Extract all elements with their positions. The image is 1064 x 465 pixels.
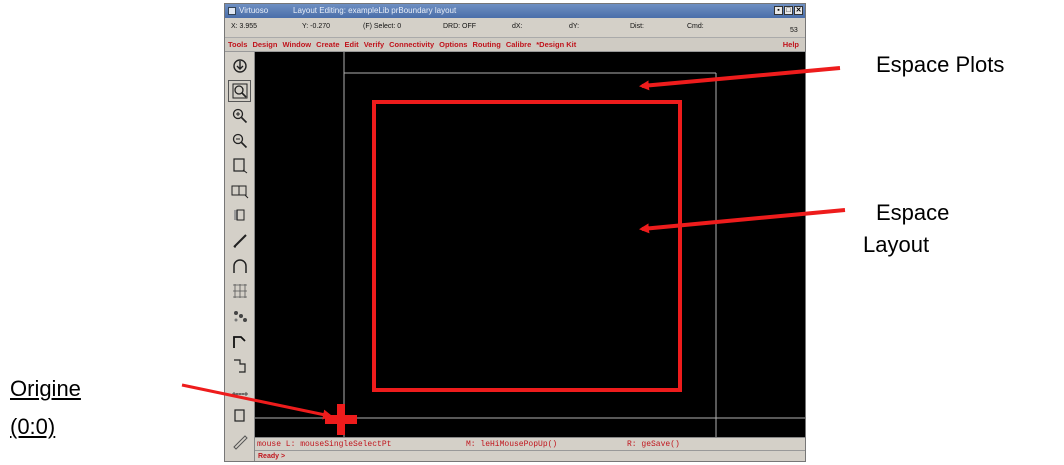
dist-readout: Dist: bbox=[630, 23, 644, 30]
save-icon bbox=[232, 59, 247, 73]
espace-layout-label-line2: Layout bbox=[863, 232, 930, 257]
cells-icon bbox=[233, 311, 247, 322]
close-button[interactable]: ✕ bbox=[794, 6, 803, 15]
zoom-out-button[interactable] bbox=[228, 130, 251, 152]
select-count: (F) Select: 0 bbox=[363, 23, 402, 30]
virtuoso-window: Virtuoso Layout Editing: exampleLib prBo… bbox=[224, 3, 806, 462]
menu-design[interactable]: Design bbox=[252, 38, 277, 52]
menu-verify[interactable]: Verify bbox=[364, 38, 384, 52]
canvas-drawing bbox=[255, 52, 805, 437]
command-number: 53 bbox=[790, 27, 798, 34]
instance-icon bbox=[231, 185, 248, 199]
menu-design-kit[interactable]: *Design Kit bbox=[536, 38, 576, 52]
save-button[interactable] bbox=[228, 55, 251, 77]
tool-palette bbox=[225, 52, 255, 461]
select-tool[interactable] bbox=[228, 405, 251, 427]
zoom-fit-icon bbox=[232, 83, 247, 99]
menu-create[interactable]: Create bbox=[316, 38, 339, 52]
zoom-fit-button[interactable] bbox=[228, 80, 251, 102]
espace-plots-label: Espace Plots bbox=[876, 52, 1005, 77]
menu-routing[interactable]: Routing bbox=[472, 38, 500, 52]
title-bar: Virtuoso Layout Editing: exampleLib prBo… bbox=[225, 4, 805, 18]
grid-tool[interactable] bbox=[228, 280, 251, 302]
cmd-readout: Cmd: bbox=[687, 23, 704, 30]
step-icon bbox=[232, 336, 246, 348]
menu-help[interactable]: Help bbox=[783, 38, 799, 52]
menu-window[interactable]: Window bbox=[282, 38, 311, 52]
menu-tools[interactable]: Tools bbox=[228, 38, 247, 52]
grid-icon bbox=[232, 284, 247, 298]
app-icon bbox=[228, 7, 236, 15]
menu-calibre[interactable]: Calibre bbox=[506, 38, 531, 52]
zoom-in-button[interactable] bbox=[228, 105, 251, 127]
ready-prompt: Ready > bbox=[258, 453, 286, 460]
pin-icon bbox=[233, 209, 244, 221]
arc-icon bbox=[232, 259, 247, 273]
menu-options[interactable]: Options bbox=[439, 38, 467, 52]
command-prompt[interactable]: Ready > bbox=[255, 450, 805, 461]
cells-tool[interactable] bbox=[228, 305, 251, 327]
minimize-button[interactable]: ▪ bbox=[774, 6, 783, 15]
app-title: Virtuoso bbox=[239, 6, 269, 15]
pencil-icon bbox=[232, 435, 248, 450]
layout-area-box bbox=[372, 100, 682, 392]
instance-tool[interactable] bbox=[228, 180, 251, 202]
path-tool[interactable] bbox=[228, 230, 251, 252]
pencil-tool[interactable] bbox=[228, 430, 251, 452]
maximize-button[interactable]: □ bbox=[784, 6, 793, 15]
zoom-in-icon bbox=[232, 108, 247, 124]
arc-tool[interactable] bbox=[228, 255, 251, 277]
x-coordinate: X: 3.955 bbox=[231, 23, 258, 30]
y-coordinate: Y: -0.270 bbox=[302, 23, 331, 30]
espace-layout-label-line1: Espace bbox=[876, 200, 950, 225]
polygon-icon bbox=[233, 359, 246, 373]
drd-status: DRD: OFF bbox=[443, 23, 477, 30]
ruler-tool[interactable] bbox=[228, 380, 251, 402]
mouse-status-bar: mouse L: mouseSingleSelectPt M: leHiMous… bbox=[255, 437, 805, 450]
layout-canvas[interactable] bbox=[255, 52, 805, 437]
dy-readout: dY: bbox=[569, 23, 580, 30]
ruler-icon bbox=[231, 392, 248, 396]
menu-edit[interactable]: Edit bbox=[345, 38, 359, 52]
origine-label-line1: Origine bbox=[10, 376, 81, 401]
polygon-tool[interactable] bbox=[228, 355, 251, 377]
pin-tool[interactable] bbox=[228, 205, 251, 227]
menu-bar: Tools Design Window Create Edit Verify C… bbox=[225, 38, 805, 52]
coordinate-bar: X: 3.955 Y: -0.270 (F) Select: 0 DRD: OF… bbox=[225, 18, 805, 38]
rectangle-tool[interactable] bbox=[228, 155, 251, 177]
document-title: Layout Editing: exampleLib prBoundary la… bbox=[293, 6, 457, 15]
rectangle-icon bbox=[232, 158, 247, 174]
menu-connectivity[interactable]: Connectivity bbox=[389, 38, 434, 52]
dx-readout: dX: bbox=[512, 23, 523, 30]
zoom-out-icon bbox=[232, 133, 247, 149]
origine-label-line2: (0:0) bbox=[10, 414, 56, 439]
step-tool[interactable] bbox=[228, 330, 251, 352]
select-icon bbox=[233, 409, 245, 422]
path-icon bbox=[232, 234, 247, 248]
window-controls: ▪ □ ✕ bbox=[774, 6, 803, 15]
